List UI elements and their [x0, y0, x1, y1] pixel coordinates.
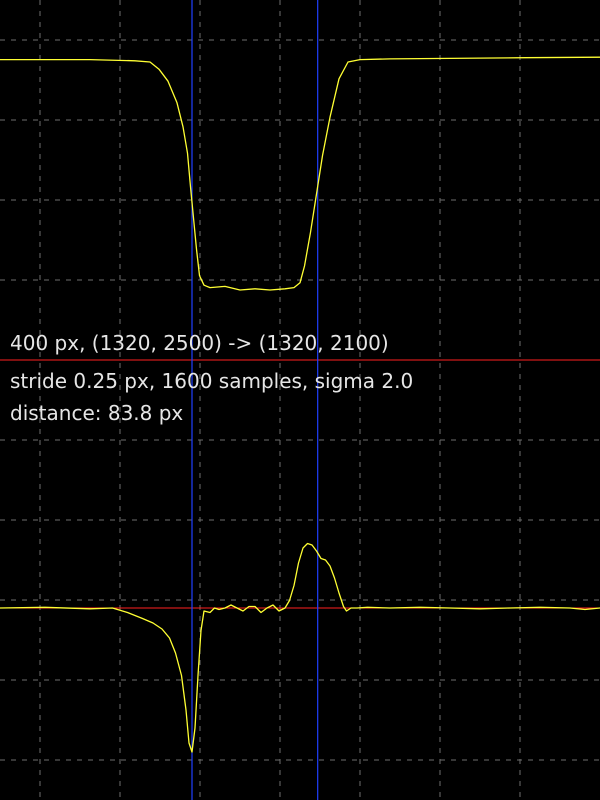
- intensity-profile-line: [0, 56, 600, 291]
- profile-plot: [0, 0, 600, 800]
- derivative-profile-line: [0, 542, 600, 753]
- grid-lines: [0, 0, 600, 800]
- sample-range-label: 400 px, (1320, 2500) -> (1320, 2100): [10, 331, 389, 355]
- distance-readout: distance: 83.8 px: [10, 401, 184, 425]
- sampling-params-label: stride 0.25 px, 1600 samples, sigma 2.0: [10, 369, 414, 393]
